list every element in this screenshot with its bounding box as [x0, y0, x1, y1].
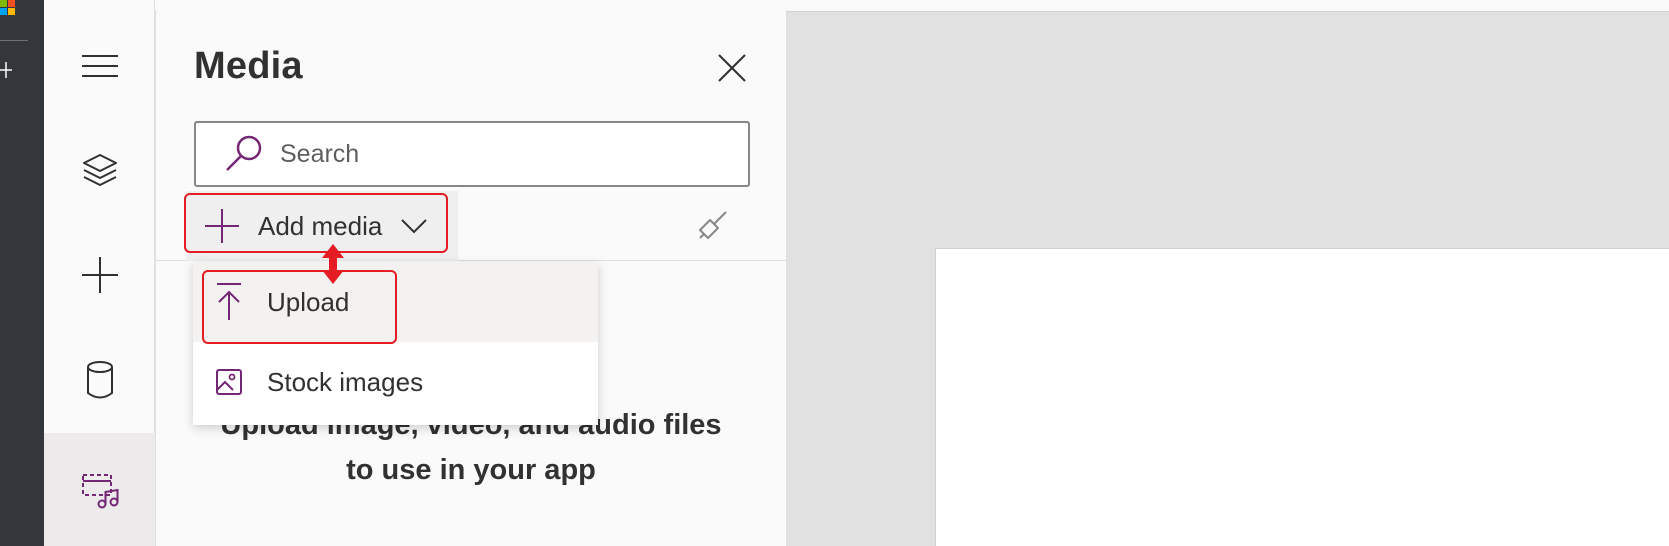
media-button[interactable]: [44, 433, 155, 546]
image-icon: [213, 362, 245, 402]
search-input[interactable]: [280, 139, 700, 169]
hamburger-menu-icon: [81, 55, 118, 77]
panel-title: Media: [194, 45, 303, 87]
add-media-button[interactable]: Add media: [186, 191, 458, 261]
menu-item-stock-images[interactable]: Stock images: [193, 342, 598, 422]
layers-icon: [82, 154, 117, 186]
data-button[interactable]: [44, 330, 155, 430]
menu-item-upload-label: Upload: [267, 286, 350, 317]
brush-icon: [699, 211, 727, 239]
close-panel-button[interactable]: [712, 48, 752, 88]
add-media-label: Add media: [258, 210, 383, 241]
plus-icon: [202, 206, 242, 246]
canvas-screen[interactable]: [935, 248, 1669, 546]
insert-button[interactable]: [44, 225, 155, 325]
tree-view-button[interactable]: [44, 120, 155, 220]
plus-icon: [81, 257, 118, 293]
close-icon: [718, 54, 746, 82]
hamburger-menu-button[interactable]: [44, 16, 155, 116]
panel-toolbar: Add media: [156, 191, 786, 261]
upload-icon: [213, 282, 245, 322]
microsoft-logo-icon[interactable]: [0, 0, 16, 22]
database-icon: [86, 361, 113, 399]
empty-message-line2: to use in your app: [346, 454, 596, 486]
chevron-down-icon: [400, 212, 428, 240]
menu-item-upload[interactable]: Upload: [193, 262, 598, 342]
app-launcher-strip: [0, 0, 44, 546]
new-item-icon[interactable]: [0, 62, 14, 78]
media-icon: [81, 473, 118, 508]
left-nav-rail: [44, 0, 155, 546]
search-icon: [220, 130, 268, 178]
menu-item-stock-images-label: Stock images: [267, 366, 424, 397]
clear-filter-button[interactable]: [693, 205, 733, 245]
add-media-dropdown: Upload Stock images: [193, 262, 598, 425]
app-window: Media Search Add media Upload image, vid…: [0, 0, 1669, 546]
search-box[interactable]: [194, 121, 750, 187]
strip-divider: [0, 40, 28, 41]
